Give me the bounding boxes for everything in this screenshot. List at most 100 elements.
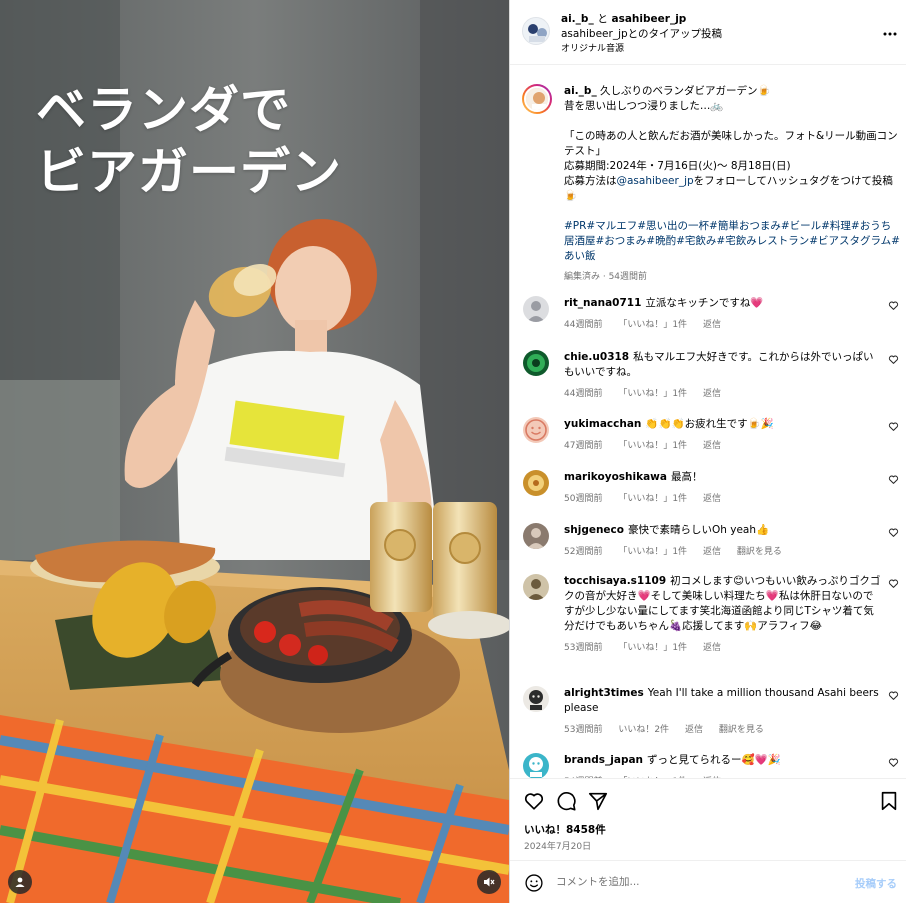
comment-text: 👏👏👏お疲れ生です🍺🎉 — [645, 418, 774, 430]
comment-likes[interactable]: いいね！2件 — [618, 725, 669, 735]
post-date[interactable]: 2024年7月20日 — [524, 839, 591, 852]
comment-heart-icon[interactable] — [888, 421, 899, 432]
comment-time[interactable]: 44週間前 — [564, 389, 602, 399]
audio-label[interactable]: オリジナル音源 — [561, 41, 624, 54]
comment-text: ずっと見てられるー🥰💗🎉 — [647, 754, 781, 766]
mute-icon — [484, 877, 495, 887]
comment-username[interactable]: tocchisaya.s1109 — [564, 575, 666, 587]
comment-reply-button[interactable]: 返信 — [703, 320, 721, 330]
comment-avatar[interactable] — [523, 753, 549, 778]
comment-reply-button[interactable]: 返信 — [703, 643, 721, 653]
comment-time[interactable]: 47週間前 — [564, 441, 602, 451]
comment-avatar-image — [523, 753, 549, 778]
comment-username[interactable]: marikoyoshikawa — [564, 471, 667, 483]
comment-likes[interactable]: 「いいね！」1件 — [618, 547, 687, 557]
comment-reply-button[interactable]: 返信 — [685, 725, 703, 735]
user-tag-button[interactable] — [8, 870, 32, 894]
comment-composer: 投稿する — [510, 860, 906, 903]
comment-avatar[interactable] — [523, 296, 549, 322]
caption-line-1: 久しぶりのベランダビアガーデン🍺 — [600, 85, 771, 97]
comment-reply-button[interactable]: 返信 — [703, 389, 721, 399]
caption-username[interactable]: ai._b_ — [564, 85, 597, 97]
comment-heart-icon[interactable] — [888, 300, 899, 311]
comment-time[interactable]: 50週間前 — [564, 494, 602, 504]
comment-avatar[interactable] — [523, 523, 549, 549]
caption-hashtags[interactable]: #PR#マルエフ#思い出の一杯#簡単おつまみ#ビール#料理#おうち居酒屋#おつま… — [564, 219, 900, 264]
more-options-button[interactable] — [883, 24, 897, 40]
header-title: ai._b_ と asahibeer_jp — [561, 11, 686, 26]
caption-line-2: 昔を思い出しつつ浸りました…🚲 — [564, 100, 724, 112]
caption-period: 応募期間:2024年・7月16日(火)〜 8月18日(日) — [564, 160, 791, 172]
post-media[interactable]: ベランダで ビアガーデン — [0, 0, 509, 903]
comment-reply-button[interactable]: 返信 — [703, 441, 721, 451]
comment-heart-icon[interactable] — [888, 578, 899, 589]
author-avatar[interactable] — [522, 17, 550, 45]
comment-username[interactable]: brands_japan — [564, 754, 643, 766]
post-details-panel: ai._b_ と asahibeer_jp asahibeer_jpとのタイアッ… — [509, 0, 906, 903]
comment-heart-icon[interactable] — [888, 757, 899, 768]
comment-avatar-image — [523, 686, 549, 712]
post-header: ai._b_ と asahibeer_jp asahibeer_jpとのタイアッ… — [510, 0, 906, 65]
header-user2[interactable]: asahibeer_jp — [612, 13, 687, 25]
comment-translate-button[interactable]: 翻訳を見る — [737, 547, 782, 557]
comment-reply-button[interactable]: 返信 — [703, 547, 721, 557]
comment-avatar-image — [523, 574, 549, 600]
comment-username[interactable]: chie.u0318 — [564, 351, 629, 363]
bookmark-icon[interactable] — [878, 790, 900, 812]
header-joiner: と — [597, 13, 608, 25]
share-icon[interactable] — [587, 790, 609, 812]
post-actions: いいね！8458件 2024年7月20日 — [510, 778, 906, 860]
comment-likes[interactable]: 「いいね！」1件 — [618, 320, 687, 330]
caption-meta: 編集済み · 54週間前 — [564, 272, 648, 282]
comment-reply-button[interactable]: 返信 — [703, 494, 721, 504]
comment-username[interactable]: rit_nana0711 — [564, 297, 641, 309]
caption-mention-link[interactable]: @asahibeer_jp — [617, 175, 694, 187]
comment-text: 立派なキッチンですね💗 — [645, 297, 764, 309]
comment-translate-button[interactable]: 翻訳を見る — [719, 725, 764, 735]
comment-time[interactable]: 52週間前 — [564, 547, 602, 557]
comment-avatar[interactable] — [523, 470, 549, 496]
heart-icon[interactable] — [523, 790, 545, 812]
emoji-icon[interactable] — [524, 873, 544, 893]
more-icon — [883, 32, 897, 36]
comment-likes[interactable]: 「いいね！」1件 — [618, 389, 687, 399]
comment-avatar[interactable] — [523, 574, 549, 600]
comment-heart-icon[interactable] — [888, 354, 899, 365]
likes-count[interactable]: いいね！8458件 — [524, 822, 606, 837]
comment-avatar-image — [523, 417, 549, 443]
post-comment-button[interactable]: 投稿する — [855, 876, 897, 891]
comment-likes[interactable]: 「いいね！」1件 — [618, 441, 687, 451]
comments-scroll-area[interactable]: ai._b_ 久しぶりのベランダビアガーデン🍺 昔を思い出しつつ浸りました…🚲 … — [510, 66, 906, 778]
comment-heart-icon[interactable] — [888, 474, 899, 485]
comment-icon[interactable] — [555, 790, 577, 812]
caption-avatar-image — [526, 88, 548, 110]
comment-avatar-image — [523, 470, 549, 496]
mute-button[interactable] — [477, 870, 501, 894]
comment-avatar-image — [523, 523, 549, 549]
comment-username[interactable]: yukimacchan — [564, 418, 641, 430]
comment-avatar[interactable] — [523, 686, 549, 712]
comment-avatar[interactable] — [523, 350, 549, 376]
comment-text: 最高！ — [670, 471, 703, 483]
caption-author-avatar[interactable] — [522, 84, 552, 114]
comment-username[interactable]: alright3times — [564, 687, 644, 699]
comment-time[interactable]: 53週間前 — [564, 643, 602, 653]
comment-time[interactable]: 44週間前 — [564, 320, 602, 330]
comment-avatar-image — [523, 350, 549, 376]
comment-text: 豪快で素晴らしいOh yeah👍 — [628, 524, 770, 536]
header-user1[interactable]: ai._b_ — [561, 13, 594, 25]
user-tag-icon — [15, 877, 25, 887]
comment-heart-icon[interactable] — [888, 527, 899, 538]
paid-partnership-label[interactable]: asahibeer_jpとのタイアップ投稿 — [561, 26, 722, 41]
comment-likes[interactable]: 「いいね！」1件 — [618, 494, 687, 504]
caption-contest: 「この時あの人と飲んだお酒が美味しかった。フォト&リール動画コンテスト」 — [564, 130, 898, 157]
comment-avatar-image — [523, 296, 549, 322]
comment-heart-icon[interactable] — [888, 690, 899, 701]
comment-username[interactable]: shjgeneco — [564, 524, 624, 536]
author-avatar-image — [523, 18, 549, 44]
overlay-caption-line-2: ビアガーデン — [36, 143, 342, 201]
comment-time[interactable]: 53週間前 — [564, 725, 602, 735]
comment-likes[interactable]: 「いいね！」1件 — [618, 643, 687, 653]
comment-avatar[interactable] — [523, 417, 549, 443]
comment-input[interactable] — [556, 872, 836, 892]
